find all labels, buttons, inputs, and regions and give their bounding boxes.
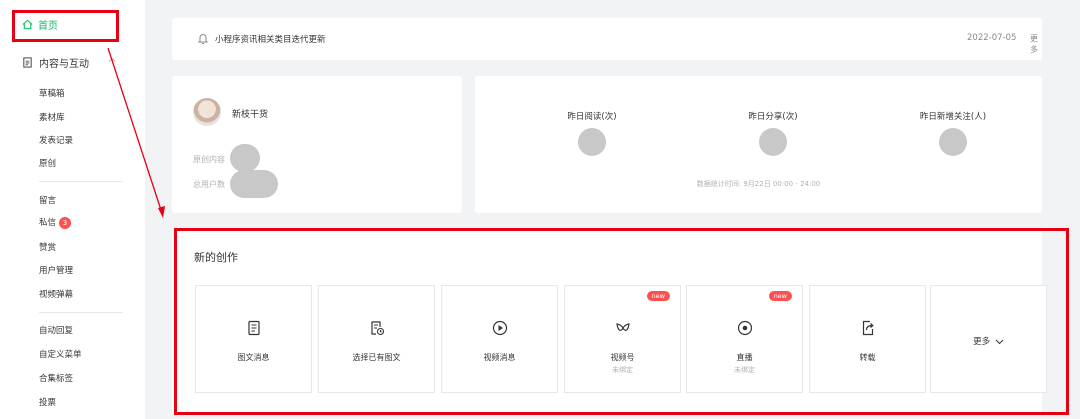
sidebar-item-publish-records[interactable]: 发表记录 [39,134,73,146]
sidebar-item-messages-label: 私信 [39,218,57,228]
sidebar-item-rewards[interactable]: 赞赏 [39,241,56,253]
sidebar: 首页 内容与互动 草稿箱 素材库 发表记录 原创 留言 私信 3 赞赏 用户管理 … [0,0,145,419]
bell-icon [197,34,209,44]
sidebar-item-vote[interactable]: 投票 [39,396,56,408]
yesterday-stats-card: 昨日阅读(次) 昨日分享(次) 昨日新增关注(人) 数据统计时间: 9月22日 … [475,76,1042,213]
sidebar-item-users[interactable]: 用户管理 [39,264,73,276]
new-follows-value-redacted [939,128,967,156]
notice-text[interactable]: 小程序资讯相关类目迭代更新 [215,33,326,45]
annotation-box-new-creation [174,228,1069,415]
reads-value-redacted [578,128,606,156]
chevron-up-icon[interactable] [107,55,117,65]
sidebar-item-original[interactable]: 原创 [39,157,56,169]
sidebar-section-content[interactable]: 内容与互动 [22,55,89,70]
sidebar-item-drafts[interactable]: 草稿箱 [39,87,65,99]
sidebar-item-auto-reply[interactable]: 自动回复 [39,324,73,336]
message-count-badge: 3 [59,216,72,229]
new-follows-label: 昨日新增关注(人) [919,112,987,122]
stats-time-range: 数据统计时间: 9月22日 00:00 - 24:00 [696,180,821,188]
reads-label: 昨日阅读(次) [567,112,617,122]
original-content-value-redacted [230,144,260,172]
total-users-value-redacted [230,170,278,198]
avatar[interactable] [193,98,221,126]
sidebar-item-comments[interactable]: 留言 [39,194,56,206]
total-users-label: 总用户数 [193,180,225,189]
sidebar-item-library[interactable]: 素材库 [39,111,65,123]
sidebar-divider [39,312,123,313]
account-name: 新枝干货 [232,110,269,120]
sidebar-divider [39,181,123,182]
document-icon [23,57,32,68]
original-content-label: 原创内容 [193,155,225,164]
notice-more-link[interactable]: 更多 [1030,33,1042,55]
annotation-box-home [12,10,119,42]
notice-date: 2022-07-05 [967,33,1017,43]
sidebar-section-content-label: 内容与互动 [39,59,89,70]
shares-value-redacted [759,128,787,156]
shares-label: 昨日分享(次) [748,112,798,122]
sidebar-item-danmaku[interactable]: 视频弹幕 [39,288,73,300]
sidebar-item-custom-menu[interactable]: 自定义菜单 [39,348,82,360]
account-card: 新枝干货 原创内容 总用户数 [172,76,462,213]
notice-bar: 小程序资讯相关类目迭代更新 2022-07-05 更多 [172,18,1042,60]
sidebar-item-collection-tags[interactable]: 合集标签 [39,372,73,384]
sidebar-item-messages[interactable]: 私信 3 [39,216,72,229]
